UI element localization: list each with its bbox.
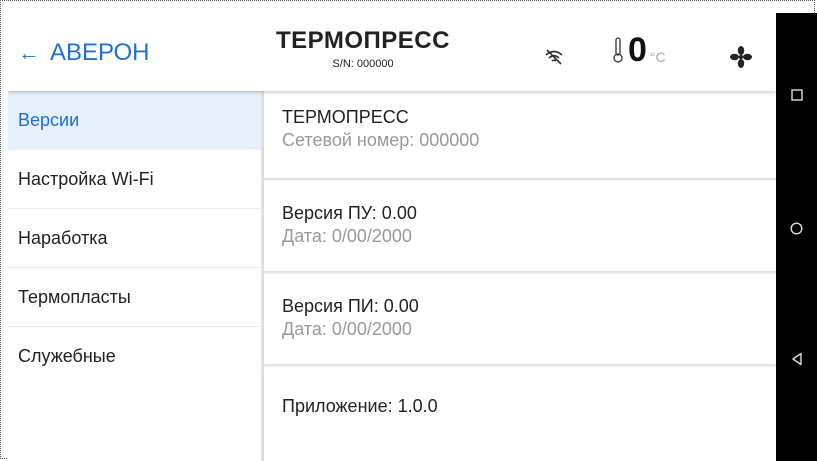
android-nav-bar: [776, 13, 817, 461]
wifi-off-icon: [545, 49, 563, 65]
back-arrow-icon: ←: [18, 40, 40, 65]
temperature-value: 0: [628, 31, 647, 69]
temperature-indicator: 0 °C: [612, 33, 666, 67]
device-card: ТЕРМОПРЕСС Сетевой номер: 000000: [264, 91, 776, 178]
pu-version: Версия ПУ: 0.00: [282, 203, 417, 223]
serial-number: S/N: 000000: [332, 58, 394, 70]
device-name: ТЕРМОПРЕСС: [282, 107, 409, 127]
home-button[interactable]: [776, 222, 817, 235]
thermometer-icon: [613, 37, 623, 63]
temperature-unit: °C: [649, 49, 666, 65]
back-label: АВЕРОН: [50, 39, 150, 66]
app-version-card: Приложение: 1.0.0: [264, 367, 776, 461]
sidebar-item-thermoplastics[interactable]: Термопласты: [8, 268, 261, 327]
header: ← АВЕРОН ТЕРМОПРЕСС S/N: 000000 0 °C: [8, 13, 776, 91]
pi-date: Дата: 0/00/2000: [282, 319, 412, 339]
recent-apps-icon: [790, 89, 803, 101]
sidebar-item-operating-time[interactable]: Наработка: [8, 209, 261, 268]
sidebar-item-service[interactable]: Служебные: [8, 327, 261, 386]
pi-version: Версия ПИ: 0.00: [282, 296, 419, 316]
app-version: Приложение: 1.0.0: [282, 396, 438, 416]
back-button[interactable]: ← АВЕРОН: [18, 35, 150, 71]
home-icon: [790, 222, 803, 235]
sidebar-item-wifi-settings[interactable]: Настройка Wi-Fi: [8, 150, 261, 209]
page-title: ТЕРМОПРЕСС: [276, 27, 450, 54]
pu-date: Дата: 0/00/2000: [282, 226, 412, 246]
recent-apps-button[interactable]: [776, 89, 817, 101]
sidebar: Версии Настройка Wi-Fi Наработка Термопл…: [8, 91, 264, 461]
back-icon: [791, 352, 802, 366]
title-block: ТЕРМОПРЕСС S/N: 000000: [248, 27, 478, 70]
pu-version-card: Версия ПУ: 0.00 Дата: 0/00/2000: [264, 181, 776, 271]
app-window: ← АВЕРОН ТЕРМОПРЕСС S/N: 000000 0 °C Вер…: [8, 13, 776, 461]
fan-icon: [730, 46, 752, 68]
versions-panel: ТЕРМОПРЕСС Сетевой номер: 000000 Версия …: [264, 91, 776, 461]
back-nav-button[interactable]: [776, 352, 817, 366]
pi-version-card: Версия ПИ: 0.00 Дата: 0/00/2000: [264, 274, 776, 364]
sidebar-item-versions[interactable]: Версии: [8, 91, 261, 150]
network-number: Сетевой номер: 000000: [282, 130, 480, 150]
